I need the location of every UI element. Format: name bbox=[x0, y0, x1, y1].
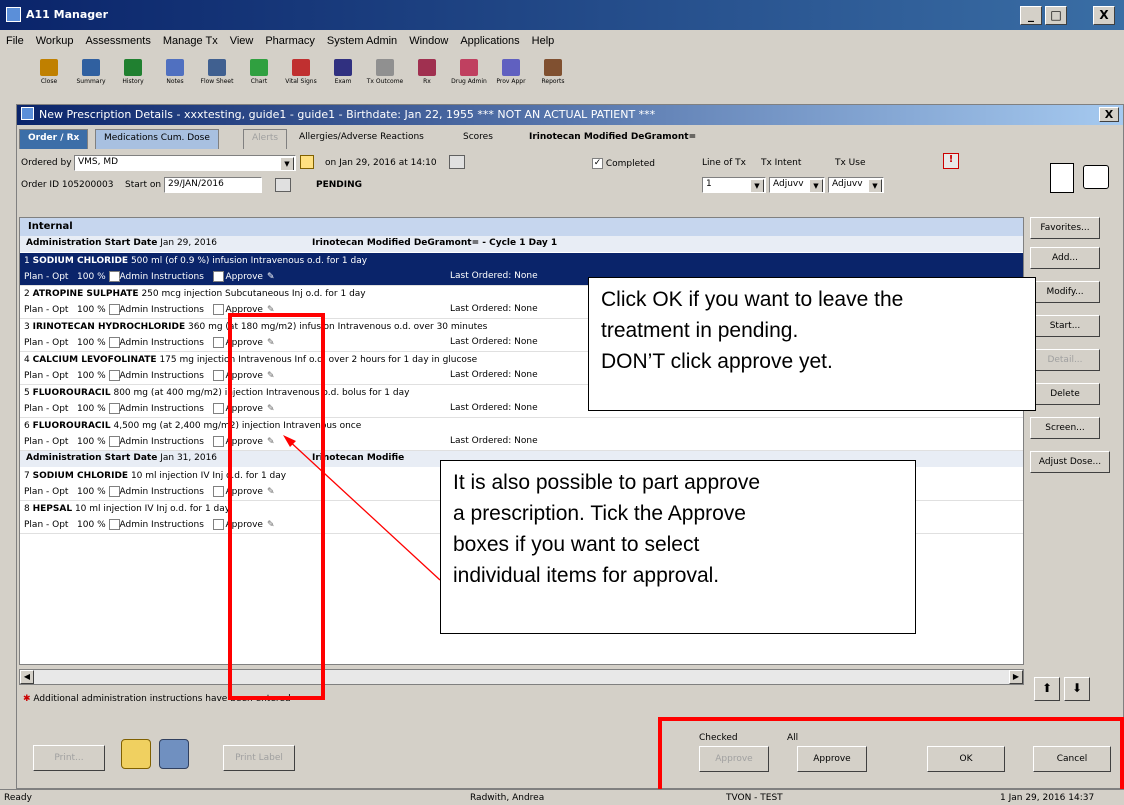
part-approve-callout: It is also possible to part approve a pr… bbox=[440, 460, 916, 634]
status-environment: TVON - TEST bbox=[726, 793, 783, 803]
status-user: Radwith, Andrea bbox=[470, 793, 545, 803]
ok-hint-callout: Click OK if you want to leave the treatm… bbox=[588, 277, 1036, 411]
status-bar: Ready Radwith, Andrea TVON - TEST 1 Jan … bbox=[0, 789, 1124, 805]
status-ready: Ready bbox=[4, 793, 32, 803]
status-datetime: 1 Jan 29, 2016 14:37 bbox=[1000, 793, 1095, 803]
